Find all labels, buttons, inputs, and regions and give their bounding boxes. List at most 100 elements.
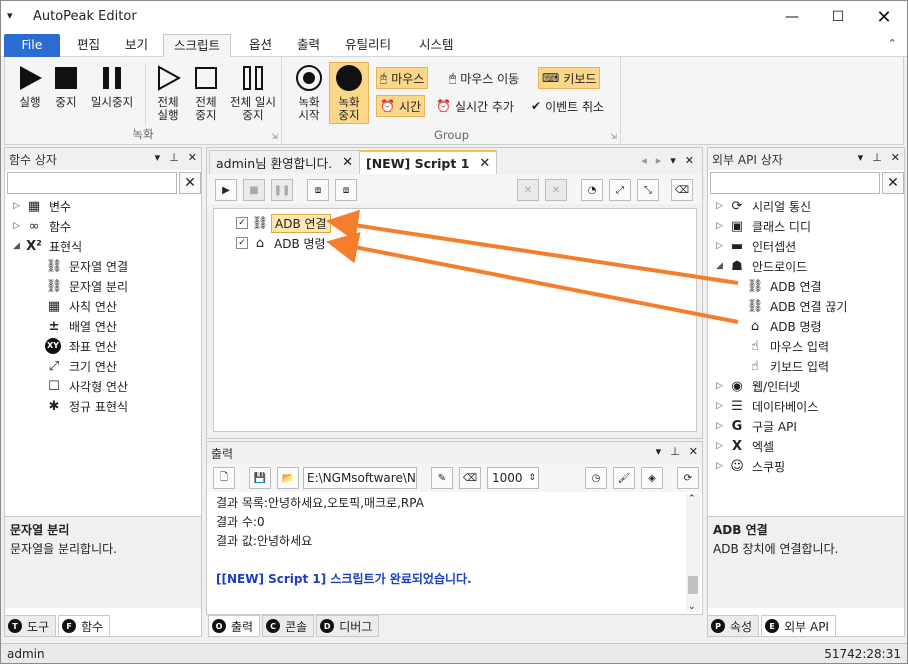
tab-functions[interactable]: F 함수 bbox=[58, 615, 111, 637]
output-path-field[interactable]: E:\NGMsoftware\NG bbox=[303, 467, 417, 489]
expand-arrow-icon[interactable]: ▷ bbox=[13, 221, 25, 231]
clear-script-button[interactable]: ⌫ bbox=[671, 179, 693, 201]
system-menu-icon[interactable]: ▾ bbox=[7, 9, 13, 22]
timer-button[interactable]: ◔ bbox=[581, 179, 603, 201]
eraser-button[interactable]: ⌫ bbox=[459, 467, 481, 489]
api-item-adb-command[interactable]: ⌂ ADB 명령 bbox=[746, 316, 822, 336]
script-item-adb-connect[interactable]: ✓ ⛓ ADB 연결 bbox=[236, 213, 331, 233]
tree-item-variables[interactable]: ▷ ▦ 변수 bbox=[13, 196, 71, 216]
tab-utility[interactable]: 유틸리티 bbox=[335, 34, 401, 57]
group-launcher-icon[interactable]: ⇲ bbox=[271, 132, 278, 141]
api-item-excel[interactable]: ▷ X 엑셀 bbox=[716, 436, 774, 456]
close-icon[interactable]: ✕ bbox=[891, 151, 900, 164]
close-tab-icon[interactable]: ✕ bbox=[342, 155, 353, 170]
tab-console[interactable]: C 콘솔 bbox=[262, 615, 315, 637]
expand-arrow-icon[interactable]: ▷ bbox=[13, 201, 25, 211]
tree-item-expressions[interactable]: ◢ X² 표현식 bbox=[13, 236, 82, 256]
run-from-button[interactable]: ⧈ bbox=[335, 179, 357, 201]
tab-script[interactable]: 스크립트 bbox=[163, 34, 232, 58]
api-item-mouse-input[interactable]: ☝ 마우스 입력 bbox=[746, 336, 829, 356]
scroll-right-icon[interactable]: ▸ bbox=[656, 154, 662, 167]
api-item-database[interactable]: ▷ ☰ 데이타베이스 bbox=[716, 396, 818, 416]
stepper-arrows-icon[interactable]: ⇕ bbox=[528, 468, 536, 488]
api-item-adb-connect[interactable]: ⛓ ADB 연결 bbox=[746, 276, 822, 296]
tab-output-log[interactable]: O 출력 bbox=[208, 615, 261, 637]
collapse-arrow-icon[interactable]: ◢ bbox=[13, 241, 25, 251]
pause-button[interactable]: 일시중지 bbox=[91, 63, 133, 109]
tree-item-string-split[interactable]: ⛓ 문자열 분리 bbox=[45, 276, 128, 296]
api-item-keyboard-input[interactable]: ☝ 키보드 입력 bbox=[746, 356, 829, 376]
pause-script-button[interactable]: ❚❚ bbox=[271, 179, 293, 201]
new-file-button[interactable]: 🗋 bbox=[213, 467, 235, 489]
expand-arrow-icon[interactable]: ▷ bbox=[716, 241, 728, 251]
tree-item-rectangle-ops[interactable]: ☐ 사각형 연산 bbox=[45, 376, 128, 396]
tab-properties[interactable]: P 속성 bbox=[707, 615, 760, 637]
close-icon[interactable]: ✕ bbox=[689, 445, 698, 458]
group-launcher-icon[interactable]: ⇲ bbox=[610, 132, 617, 141]
dropdown-icon[interactable]: ▾ bbox=[656, 445, 662, 458]
clear-brush-button[interactable]: ✎ bbox=[431, 467, 453, 489]
api-item-web[interactable]: ▷ ◉ 웹/인터넷 bbox=[716, 376, 800, 396]
tab-debug[interactable]: D 디버그 bbox=[316, 615, 380, 637]
expand-arrow-icon[interactable]: ▷ bbox=[716, 381, 728, 391]
collapse-all-button[interactable]: ⤡ bbox=[637, 179, 659, 201]
api-item-interception[interactable]: ▷ ▬ 인터셉션 bbox=[716, 236, 796, 256]
expand-arrow-icon[interactable]: ▷ bbox=[716, 421, 728, 431]
api-item-class-dd[interactable]: ▷ ▣ 클래스 디디 bbox=[716, 216, 811, 236]
api-item-android[interactable]: ◢ ☗ 안드로이드 bbox=[716, 256, 807, 276]
scroll-left-icon[interactable]: ◂ bbox=[641, 154, 647, 167]
expand-arrow-icon[interactable]: ▷ bbox=[716, 441, 728, 451]
scroll-thumb[interactable] bbox=[688, 576, 698, 594]
clock-button[interactable]: ◷ bbox=[585, 467, 607, 489]
tab-edit[interactable]: 편집 bbox=[67, 34, 110, 57]
run-all-button[interactable]: 전체 실행 bbox=[147, 63, 189, 122]
mouse-move-button[interactable]: 🖱 마우스 이동 bbox=[446, 67, 522, 89]
refresh-button[interactable]: ⟳ bbox=[677, 467, 699, 489]
expand-arrow-icon[interactable]: ▷ bbox=[716, 221, 728, 231]
close-document-icon[interactable]: ✕ bbox=[685, 154, 694, 167]
clear-search-button[interactable]: ✕ bbox=[179, 172, 201, 194]
expand-arrow-icon[interactable]: ▷ bbox=[716, 461, 728, 471]
tab-output[interactable]: 출력 bbox=[287, 34, 330, 57]
time-toggle-button[interactable]: ⏰ 시간 bbox=[376, 95, 426, 117]
close-button[interactable]: ✕ bbox=[861, 1, 907, 33]
collapse-arrow-icon[interactable]: ◢ bbox=[716, 261, 728, 271]
scroll-up-icon[interactable]: ⌃ bbox=[688, 494, 696, 504]
expand-arrow-icon[interactable]: ▷ bbox=[716, 201, 728, 211]
stop-script-button[interactable]: ■ bbox=[243, 179, 265, 201]
maximize-button[interactable]: ☐ bbox=[815, 1, 861, 33]
dropdown-icon[interactable]: ▾ bbox=[155, 151, 161, 164]
clear-api-search-button[interactable]: ✕ bbox=[882, 172, 904, 194]
tab-external-api[interactable]: E 외부 API bbox=[761, 615, 836, 637]
open-folder-button[interactable]: 📂 bbox=[277, 467, 299, 489]
tab-tools[interactable]: T 도구 bbox=[4, 615, 57, 637]
step-run-button[interactable]: ⧈ bbox=[307, 179, 329, 201]
delete-all-disabled-button[interactable]: ✕ bbox=[545, 179, 567, 201]
tab-options[interactable]: 옵션 bbox=[239, 34, 282, 57]
fill-bucket-button[interactable]: ◈ bbox=[641, 467, 663, 489]
api-item-google[interactable]: ▷ G 구글 API bbox=[716, 416, 797, 436]
output-scrollbar[interactable]: ⌃ ⌄ bbox=[686, 494, 700, 612]
api-item-serial[interactable]: ▷ ⟳ 시리얼 통신 bbox=[716, 196, 811, 216]
pin-icon[interactable]: ⊥ bbox=[670, 445, 680, 458]
dropdown-icon[interactable]: ▾ bbox=[858, 151, 864, 164]
cancel-event-button[interactable]: ✔ 이벤트 취소 bbox=[528, 95, 607, 117]
minimize-button[interactable]: — bbox=[769, 1, 815, 33]
scroll-down-icon[interactable]: ⌄ bbox=[688, 602, 696, 612]
run-script-button[interactable]: ▶ bbox=[215, 179, 237, 201]
tree-item-string-concat[interactable]: ⛓ 문자열 연결 bbox=[45, 256, 128, 276]
pin-icon[interactable]: ⊥ bbox=[169, 151, 179, 164]
delete-disabled-button[interactable]: ✕ bbox=[517, 179, 539, 201]
pin-icon[interactable]: ⊥ bbox=[872, 151, 882, 164]
api-search-input[interactable] bbox=[710, 172, 880, 194]
tree-item-arithmetic[interactable]: ▦ 사칙 연산 bbox=[45, 296, 117, 316]
paint-brush-button[interactable]: 🖌 bbox=[613, 467, 635, 489]
tab-list-icon[interactable]: ▾ bbox=[670, 154, 676, 167]
pause-all-button[interactable]: 전체 일시중지 bbox=[227, 63, 279, 122]
tab-view[interactable]: 보기 bbox=[115, 34, 158, 57]
api-item-scraping[interactable]: ▷ ☺ 스쿠핑 bbox=[716, 456, 785, 476]
close-icon[interactable]: ✕ bbox=[188, 151, 197, 164]
tree-item-size-ops[interactable]: ⤢ 크기 연산 bbox=[45, 356, 117, 376]
tree-item-functions[interactable]: ▷ ∞ 함수 bbox=[13, 216, 71, 236]
script-item-adb-command[interactable]: ✓ ⌂ ADB 명령 bbox=[236, 233, 329, 253]
